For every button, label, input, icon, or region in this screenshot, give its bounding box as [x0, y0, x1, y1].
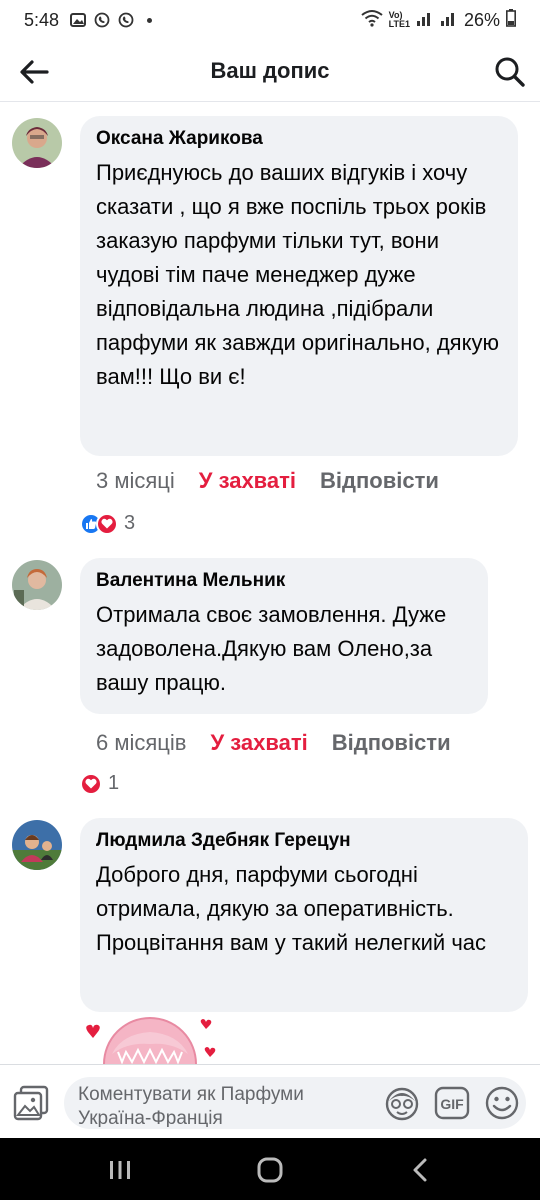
love-reaction-button[interactable]: У захваті: [199, 468, 296, 494]
more-notifications-icon: [147, 17, 153, 23]
search-icon[interactable]: [490, 52, 530, 92]
comment-text: Доброго дня, парфуми сьогодні отримала, …: [96, 862, 487, 955]
photo-icon[interactable]: [12, 1083, 52, 1123]
signal-icon-2: [440, 10, 458, 31]
battery-icon: [506, 8, 516, 32]
comment-bubble[interactable]: Оксана Жарикова Приєднуюсь до ваших відг…: [80, 116, 518, 456]
comment-author[interactable]: Оксана Жарикова: [96, 128, 502, 150]
status-bar: 5:48 Vo) LTE1 26%: [0, 0, 540, 40]
volte-icon: Vo) LTE1: [388, 10, 410, 29]
wifi-icon: [361, 9, 383, 32]
comment-time[interactable]: 3 місяці: [96, 468, 175, 494]
app-header: Ваш допис: [0, 40, 540, 102]
comment-text: Приєднуюсь до ваших відгуків і хочу сказ…: [96, 160, 499, 389]
reaction-count: 3: [124, 512, 136, 534]
gif-icon[interactable]: GIF: [434, 1085, 470, 1121]
avatar-sticker-icon[interactable]: [384, 1085, 420, 1121]
sticker-image[interactable]: [82, 1014, 222, 1064]
home-icon[interactable]: [256, 1156, 284, 1184]
reaction-summary[interactable]: 3: [80, 512, 135, 535]
comment-author[interactable]: Людмила Здебняк Герецун: [96, 830, 512, 852]
love-reaction-icon: [80, 772, 102, 795]
avatar[interactable]: [12, 560, 62, 610]
avatar[interactable]: [12, 118, 62, 168]
love-reaction-icon: [96, 512, 118, 535]
compose-bar: Коментувати як Парфуми Україна-Франція G…: [0, 1064, 540, 1138]
reply-button[interactable]: Відповісти: [332, 730, 451, 756]
page-title: Ваш допис: [210, 58, 330, 83]
comment-actions: 6 місяців У захваті Відповісти: [96, 730, 451, 756]
comment-time[interactable]: 6 місяців: [96, 730, 186, 756]
back-nav-icon[interactable]: [406, 1156, 434, 1184]
comment-author[interactable]: Валентина Мельник: [96, 570, 472, 592]
reaction-summary[interactable]: 1: [80, 772, 119, 795]
viber-icon: [93, 12, 111, 28]
status-right: Vo) LTE1 26%: [361, 8, 516, 32]
comment-actions: 3 місяці У захваті Відповісти: [96, 468, 439, 494]
recent-apps-icon[interactable]: [106, 1156, 134, 1184]
reaction-count: 1: [108, 772, 120, 794]
gallery-icon: [69, 12, 87, 28]
gif-label: GIF: [440, 1096, 464, 1112]
system-nav-bar: [0, 1138, 540, 1200]
comment-bubble[interactable]: Людмила Здебняк Герецун Доброго дня, пар…: [80, 818, 528, 1012]
comment-bubble[interactable]: Валентина Мельник Отримала своє замовлен…: [80, 558, 488, 714]
love-reaction-button[interactable]: У захваті: [210, 730, 307, 756]
viber-icon-2: [117, 12, 135, 28]
comment-input-placeholder: Коментувати як Парфуми Україна-Франція: [78, 1084, 304, 1127]
comment-text: Отримала своє замовлення. Дуже задоволен…: [96, 602, 447, 695]
emoji-icon[interactable]: [484, 1085, 520, 1121]
notification-icons: [69, 12, 153, 28]
signal-icon: [416, 10, 434, 31]
reply-button[interactable]: Відповісти: [320, 468, 439, 494]
avatar[interactable]: [12, 820, 62, 870]
battery-level: 26%: [463, 9, 500, 30]
status-time: 5:48: [24, 9, 60, 30]
